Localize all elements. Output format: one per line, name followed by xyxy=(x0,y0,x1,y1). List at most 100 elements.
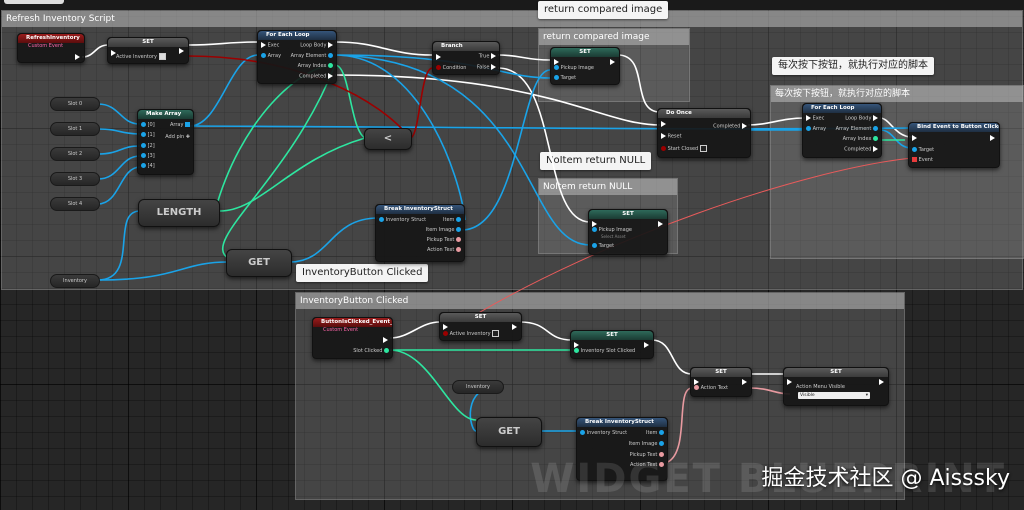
pin-loop-body[interactable]: Loop Body xyxy=(845,115,878,123)
exec-out-pin[interactable] xyxy=(179,48,184,54)
pin-inventory-struct[interactable]: Inventory Struct xyxy=(580,430,627,437)
node-title: RefreshInventory xyxy=(18,34,84,43)
pin-index-3[interactable]: [3] xyxy=(141,153,155,160)
slot-1-variable[interactable]: Slot 1 xyxy=(50,122,100,136)
set-active-inventory-node[interactable]: SET Active Inventory xyxy=(107,37,189,64)
active-inventory-checkbox[interactable] xyxy=(158,53,166,60)
pin-active-inventory[interactable]: Active Inventory xyxy=(443,330,500,338)
exec-in-pin[interactable] xyxy=(912,135,917,141)
branch-node[interactable]: Branch Condition True False xyxy=(432,41,500,75)
exec-in-pin[interactable] xyxy=(787,379,792,385)
pin-target[interactable]: Target xyxy=(592,243,614,250)
node-subtitle: Custom Event xyxy=(323,327,359,333)
pin-action-text[interactable]: Action Text xyxy=(694,385,728,392)
exec-out-pin[interactable] xyxy=(75,54,80,60)
exec-out-pin[interactable] xyxy=(658,221,663,227)
pin-item-image[interactable]: Item Image xyxy=(629,441,664,448)
pin-array-index[interactable]: Array Index xyxy=(843,136,878,143)
pin-start-closed[interactable]: Start Closed xyxy=(661,145,707,153)
slot-4-variable[interactable]: Slot 4 xyxy=(50,197,100,211)
pin-array[interactable]: Array xyxy=(261,53,281,60)
button-clicked-event-node[interactable]: ButtonIsClicked_Event_0 Custom Event Slo… xyxy=(312,317,393,359)
node-title: SET xyxy=(108,38,188,47)
pin-action-text[interactable]: Action Text xyxy=(427,247,461,254)
node-title: Do Once xyxy=(658,109,750,118)
exec-out-pin[interactable] xyxy=(512,324,517,330)
pin-true[interactable]: True xyxy=(479,53,496,61)
exec-out-pin[interactable] xyxy=(644,342,649,348)
exec-in-pin[interactable] xyxy=(661,121,666,127)
exec-out-pin[interactable] xyxy=(742,379,747,385)
less-than-node[interactable]: < xyxy=(364,128,412,150)
make-array-node[interactable]: Make Array [0] [1] [2] [3] [4] Array Add… xyxy=(137,109,194,175)
break-inventory-struct-node[interactable]: Break InventoryStruct Inventory Struct I… xyxy=(375,204,465,262)
pin-index-0[interactable]: [0] xyxy=(141,122,155,129)
inventory-variable-2[interactable]: Inventory xyxy=(452,380,504,394)
pin-false[interactable]: False xyxy=(477,64,496,72)
pin-pickup-image[interactable]: Pickup Image xyxy=(554,65,594,72)
pin-array-element[interactable]: Array Element xyxy=(836,126,878,133)
asset-hint[interactable]: Select Asset xyxy=(601,233,626,240)
pin-index-4[interactable]: [4] xyxy=(141,163,155,170)
pin-condition[interactable]: Condition xyxy=(436,65,466,72)
exec-out-pin[interactable] xyxy=(990,135,995,141)
add-pin-button[interactable]: Add pin ✚ xyxy=(165,134,190,141)
pin-item[interactable]: Item xyxy=(646,430,664,437)
for-each-loop-node[interactable]: For Each Loop Exec Array Loop Body Array… xyxy=(257,30,337,84)
set-active-inventory-node-2[interactable]: SET Active Inventory xyxy=(439,312,522,341)
pin-target[interactable]: Target xyxy=(554,75,576,82)
refresh-inventory-event-node[interactable]: RefreshInventory Custom Event xyxy=(17,33,85,63)
pin-array[interactable]: Array xyxy=(806,126,826,133)
pin-completed[interactable]: Completed xyxy=(299,73,333,81)
set-pickup-image-node[interactable]: SET Pickup Image Target xyxy=(550,47,620,85)
slot-0-variable[interactable]: Slot 0 xyxy=(50,97,100,111)
do-once-node[interactable]: Do Once Reset Start Closed Completed xyxy=(657,108,751,158)
inventory-variable[interactable]: Inventory xyxy=(50,274,100,288)
active-inventory-checkbox[interactable] xyxy=(492,330,500,337)
pin-exec[interactable]: Exec xyxy=(261,42,279,50)
pin-event[interactable]: Event xyxy=(912,157,933,164)
exec-out-pin[interactable] xyxy=(610,59,615,65)
exec-out-pin[interactable] xyxy=(879,379,884,385)
get-node-2[interactable]: GET xyxy=(476,417,542,447)
pin-item-image[interactable]: Item Image xyxy=(426,227,461,234)
pin-index-1[interactable]: [1] xyxy=(141,132,155,139)
pin-array-index[interactable]: Array Index xyxy=(298,63,333,70)
slot-3-variable[interactable]: Slot 3 xyxy=(50,172,100,186)
node-title: SET xyxy=(571,331,653,340)
credit-text: 掘金技术社区 @ Aisssky xyxy=(761,466,1010,491)
blueprint-graph-canvas[interactable]: Refresh Inventory Script return compared… xyxy=(0,0,1024,510)
pin-inventory-struct[interactable]: Inventory Struct xyxy=(379,217,426,224)
pin-pickup-text[interactable]: Pickup Text xyxy=(427,237,461,244)
exec-in-pin[interactable] xyxy=(436,54,441,60)
node-title: For Each Loop xyxy=(258,31,336,40)
pin-array-out[interactable]: Array xyxy=(170,122,190,129)
start-closed-checkbox[interactable] xyxy=(699,145,707,152)
node-title: ButtonIsClicked_Event_0 xyxy=(313,318,392,327)
pin-active-inventory: Active Inventory xyxy=(116,53,166,61)
pin-exec[interactable]: Exec xyxy=(806,115,824,123)
pin-array-element[interactable]: Array Element xyxy=(291,53,333,60)
set-pickup-image-null-node[interactable]: SET Pickup Image Select Asset Target xyxy=(588,209,668,255)
pin-action-menu-visible[interactable]: Action Menu Visible xyxy=(796,384,845,391)
for-each-loop-node-2[interactable]: For Each Loop Exec Array Loop Body Array… xyxy=(802,103,882,158)
bind-event-node[interactable]: Bind Event to Button Clicked Target Even… xyxy=(908,122,1000,168)
visibility-dropdown[interactable]: Visible ▾ xyxy=(798,392,870,399)
pin-loop-body[interactable]: Loop Body xyxy=(300,42,333,50)
get-node[interactable]: GET xyxy=(226,249,292,277)
pin-slot-clicked[interactable]: Slot Clicked xyxy=(353,348,389,355)
pin-index-2[interactable]: [2] xyxy=(141,143,155,150)
slot-2-variable[interactable]: Slot 2 xyxy=(50,147,100,161)
exec-out-pin[interactable] xyxy=(383,337,388,343)
set-inventory-slot-clicked-node[interactable]: SET Inventory Slot Clicked xyxy=(570,330,654,359)
pin-inventory-slot-clicked[interactable]: Inventory Slot Clicked xyxy=(574,348,635,355)
pin-target[interactable]: Target xyxy=(912,147,934,154)
length-node[interactable]: LENGTH xyxy=(138,199,220,227)
pin-completed[interactable]: Completed xyxy=(713,123,747,131)
set-action-text-node[interactable]: SET Action Text xyxy=(690,367,752,397)
pin-reset[interactable]: Reset xyxy=(661,133,682,141)
set-action-menu-visible-node[interactable]: SET Action Menu Visible Visible ▾ xyxy=(783,367,889,406)
pin-completed[interactable]: Completed xyxy=(844,146,878,154)
node-title: Break InventoryStruct xyxy=(376,205,464,214)
pin-item[interactable]: Item xyxy=(443,217,461,224)
